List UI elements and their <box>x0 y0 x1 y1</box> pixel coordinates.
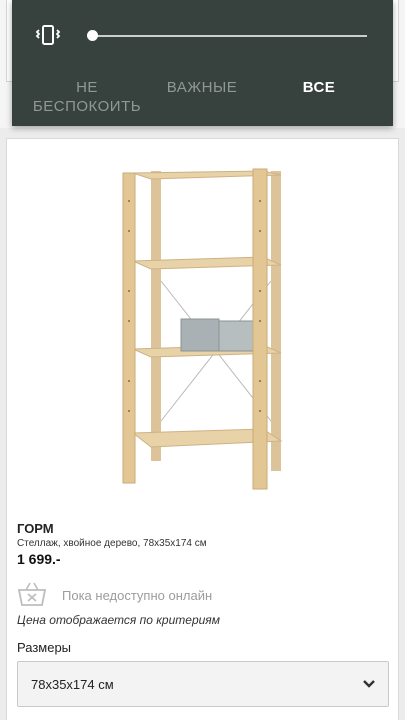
size-selected-value: 78x35x174 см <box>31 677 114 692</box>
product-image[interactable] <box>103 161 303 491</box>
vibrate-icon[interactable] <box>34 22 62 50</box>
availability-status: Пока недоступно онлайн <box>62 588 213 603</box>
mode-tab-label: НЕ БЕСПОКОИТЬ <box>32 79 142 115</box>
mode-tab-all[interactable]: ВСЕ <box>274 78 364 97</box>
product-price: 1 699.- <box>17 551 61 567</box>
product-name[interactable]: ГОРМ <box>17 521 54 536</box>
volume-slider-thumb[interactable] <box>87 30 98 41</box>
mode-tab-important[interactable]: ВАЖНЫЕ <box>152 78 252 97</box>
product-card[interactable]: ГОРМ Стеллаж, хвойное дерево, 78x35x174 … <box>6 138 399 720</box>
product-description: Стеллаж, хвойное дерево, 78x35x174 см <box>17 538 207 549</box>
mode-tab-label: ВАЖНЫЕ <box>166 79 238 96</box>
volume-slider-track[interactable] <box>92 35 367 37</box>
price-note: Цена отображается по критериям <box>17 613 220 627</box>
volume-panel: НЕ БЕСПОКОИТЬ ВАЖНЫЕ ВСЕ <box>12 0 393 126</box>
chevron-down-icon <box>363 680 375 688</box>
basket-unavailable-icon <box>17 582 47 606</box>
mode-tab-label: ВСЕ <box>302 79 336 96</box>
mode-tab-do-not-disturb[interactable]: НЕ БЕСПОКОИТЬ <box>28 78 146 116</box>
size-dropdown[interactable]: 78x35x174 см <box>17 661 389 707</box>
sizes-label: Размеры <box>17 640 72 655</box>
